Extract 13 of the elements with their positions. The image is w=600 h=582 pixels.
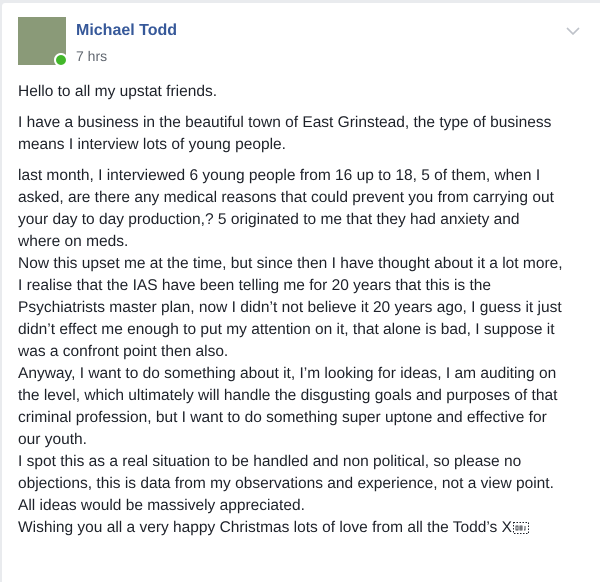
author-name-link[interactable]: Michael Todd (76, 21, 178, 41)
object-replacement-icon (512, 522, 529, 534)
avatar-photo-placeholder (18, 17, 66, 65)
post-text: I have a business in the beautiful town of East Grinstead, the type of business means I interview lots of young people. (18, 113, 552, 155)
post-text: Now this upset me at the time, but since then I have thought about it a lot more, I realise that the IAS have been telling me for 20 years that this is the Psychiatrists master plan, now I didn’t not believe it 20 years ago, I guess it just didn’t effect me enough to put my attention on it, that alone is bad, I suppose it was a confront point then also. (18, 254, 563, 362)
post-time: 7 hrs (76, 47, 108, 65)
post-text: All ideas would be massively appreciated. (18, 496, 305, 516)
post-text: I spot this as a real situation to be handled and non political, so please no objections, this is data from my observations and experience, not a view point. (18, 452, 555, 494)
post-text: Anyway, I want to do something about it, I’m looking for ideas, I am auditing on the level, which ultimately will handle the disgusting goals and purposes of that criminal profession, but I want to do something super uptone and effective for our youth. (18, 364, 558, 450)
chevron-down-icon[interactable] (566, 27, 580, 35)
post-text: Wishing you all a very happy Christmas lots of love from all the Todd’s X (18, 518, 512, 538)
post-text: Hello to all my upstat friends. (18, 82, 218, 102)
post-text: last month, I interviewed 6 young people from 16 up to 18, 5 of them, when I asked, are there any medical reasons that could prevent you from carrying out your day to day production,? 5 originated to me that they had anxiety and where on meds. (18, 166, 555, 252)
